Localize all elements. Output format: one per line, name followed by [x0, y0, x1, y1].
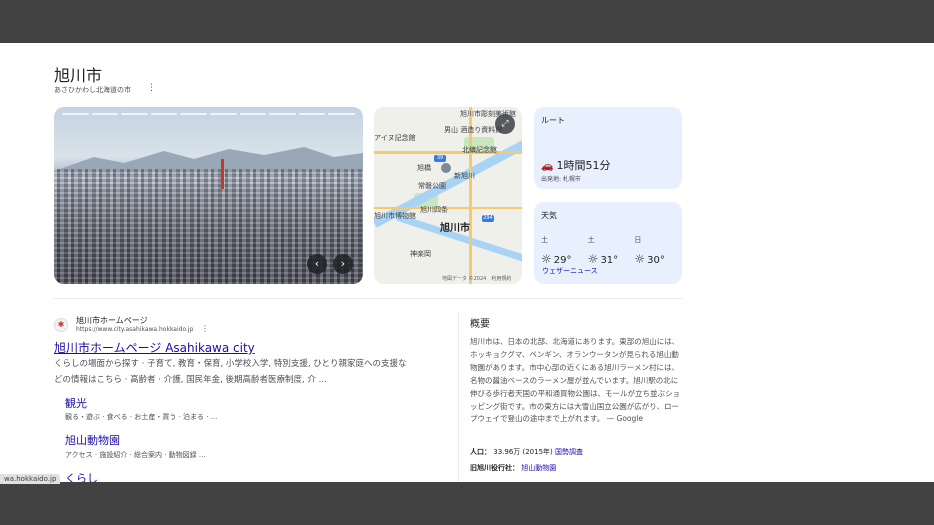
road [374, 151, 522, 154]
weather-forecast: 土 ☼ 29° 土 ☼ 31° 日 ☼ 30° [541, 235, 681, 266]
office-label: 旧旭川役行社： [470, 464, 519, 472]
status-bar-url: wa.hokkaido.jp [0, 474, 61, 484]
overview-source[interactable]: — Google [604, 414, 643, 423]
forecast-day-label: 土 [587, 236, 595, 244]
route-card[interactable]: ルート 🚗 1時間51分 出発地: 札幌市 [534, 107, 682, 189]
sun-icon: ☼ [587, 252, 599, 266]
expand-map-icon[interactable]: ⤢ [495, 114, 515, 134]
forecast-day: 土 ☼ 29° [541, 235, 588, 266]
map-thumbnail[interactable]: 旭川市彫刻美術館 アイヌ記念館 男山 酒造り資料館 北鎮記念館 旭橋 新旭川 常… [374, 107, 522, 284]
top-letterbox-bar [0, 0, 934, 43]
sublink-title[interactable]: 観光 [65, 395, 87, 411]
office-value[interactable]: 旭山動物園 [521, 464, 556, 472]
route-origin: 出発地: 札幌市 [541, 176, 581, 183]
sublink-desc: 観る・遊ぶ · 食べる · お土産・買う · 泊まる · ... [65, 413, 218, 421]
overview-heading: 概要 [470, 319, 490, 330]
route-duration: 🚗 1時間51分 [541, 157, 610, 173]
map-pin-icon [441, 163, 451, 173]
population-link[interactable]: 国勢調査 [555, 448, 583, 456]
map-label: 新旭川 [454, 172, 475, 180]
map-label: 神楽岡 [410, 250, 431, 258]
map-label: 旭川市博物館 [374, 212, 416, 220]
map-label: 旭橋 [417, 164, 431, 172]
overview-text: 旭川市は、日本の北部、北海道にあります。東部の旭山には、ホッキョクグマ、ペンギン… [470, 336, 682, 426]
overview-body: 旭川市は、日本の北部、北海道にあります。東部の旭山には、ホッキョクグマ、ペンギン… [470, 337, 680, 424]
weather-source-link[interactable]: ウェザーニュース [542, 266, 598, 276]
tower [221, 159, 224, 189]
carousel-progress [62, 113, 355, 115]
column-divider [458, 312, 459, 482]
sun-icon: ☼ [634, 252, 646, 266]
result-more-icon[interactable]: ⋮ [201, 324, 209, 333]
carousel-prev-button[interactable]: ‹ [307, 254, 327, 274]
weather-card[interactable]: 天気 土 ☼ 29° 土 ☼ 31° 日 ☼ 30° ウェザーニュース [534, 202, 682, 284]
population-fact: 人口： 33.96万 (2015年) 国勢調査 [470, 447, 583, 457]
map-label: 常磐公園 [418, 182, 446, 190]
map-city-label: 旭川市 [440, 223, 470, 234]
more-options-icon[interactable]: ⋮ [147, 83, 156, 93]
population-label: 人口： [470, 448, 491, 456]
forecast-temp: 31° [600, 255, 619, 266]
road [374, 207, 522, 209]
bottom-letterbox-bar [0, 482, 934, 525]
forecast-day-label: 土 [541, 236, 548, 244]
page-title: 旭川市 [54, 66, 103, 85]
population-value: 33.96万 (2015年) [493, 448, 553, 456]
carousel-next-button[interactable]: › [333, 254, 353, 274]
section-divider [54, 298, 682, 299]
sublink-desc: アクセス · 施設紹介 · 総合案内 · 動物図録 ... [65, 451, 206, 459]
sublink-title[interactable]: 旭山動物園 [65, 432, 120, 448]
office-fact: 旧旭川役行社： 旭山動物園 [470, 463, 556, 473]
forecast-temp: 29° [553, 255, 572, 266]
page-subtitle: あさひかわし北海道の市 [54, 86, 131, 94]
forecast-day: 日 ☼ 30° [634, 235, 681, 266]
sun-icon: ☼ [541, 252, 552, 266]
forecast-day-label: 日 [634, 236, 642, 244]
map-label: 男山 酒造り資料館 [444, 126, 503, 134]
map-label: 北鎮記念館 [462, 146, 497, 154]
forecast-day: 土 ☼ 31° [588, 235, 635, 266]
result-title-link[interactable]: 旭川市ホームページ Asahikawa city [54, 339, 255, 356]
result-snippet: くらしの場面から探す · 子育て, 教育・保育, 小学校入学, 特別支援, ひと… [54, 359, 407, 385]
result-site-name[interactable]: 旭川市ホームページ [76, 315, 148, 326]
result-url[interactable]: https://www.city.asahikawa.hokkaido.jp [76, 326, 193, 333]
map-label: アイヌ記念館 [374, 134, 416, 142]
route-duration-text: 1時間51分 [556, 159, 611, 172]
weather-heading: 天気 [541, 211, 557, 220]
forecast-temp: 30° [647, 255, 665, 266]
route-badge: 39 [434, 155, 446, 162]
map-label: 旭川四条 [420, 206, 448, 214]
route-badge: 294 [482, 215, 494, 222]
car-icon: 🚗 [541, 161, 554, 172]
site-favicon-icon[interactable]: ✱ [54, 318, 68, 332]
map-footer: 地図データ ©2024 利用規約 [442, 276, 512, 282]
route-heading: ルート [541, 116, 565, 125]
